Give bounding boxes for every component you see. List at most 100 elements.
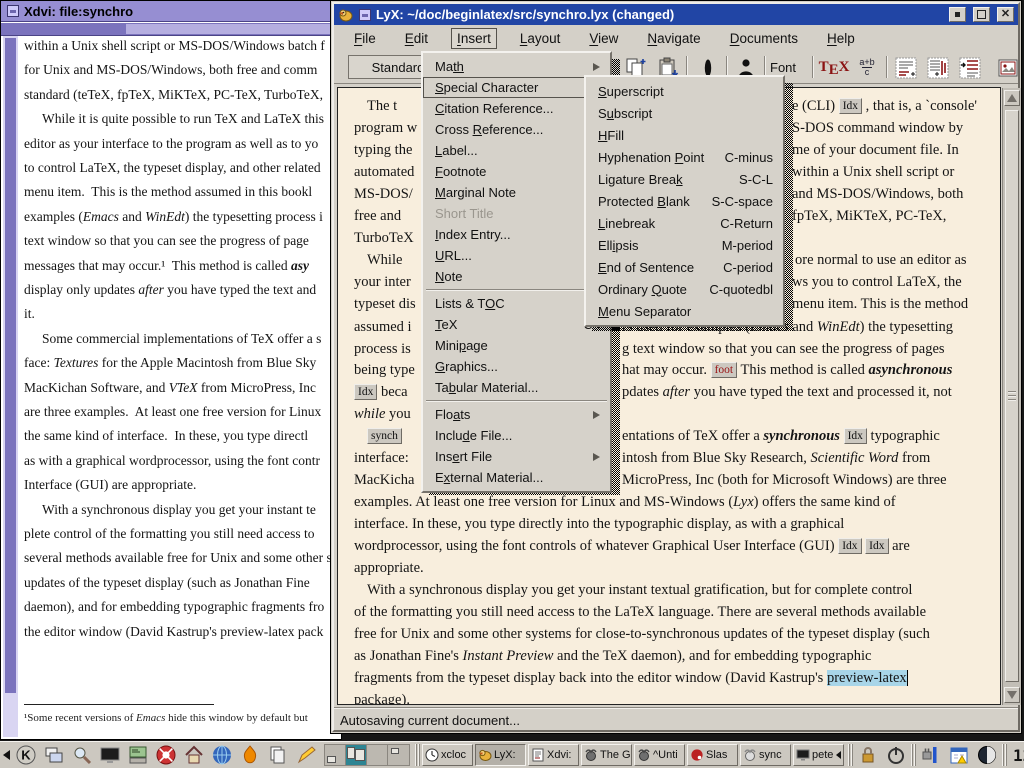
menubar-item-navigate[interactable]: Navigate <box>641 28 706 49</box>
launcher-kmail-icon[interactable] <box>237 743 263 767</box>
menu-item-note[interactable]: Note <box>423 266 610 287</box>
index-inset-button[interactable]: Idx <box>838 538 861 554</box>
launcher-monitor-icon[interactable] <box>97 743 123 767</box>
menubar-item-file[interactable]: File <box>348 28 382 49</box>
index-inset-button[interactable]: Idx <box>844 428 867 444</box>
menubar-item-view[interactable]: View <box>583 28 624 49</box>
lyx-window-icon[interactable] <box>338 7 354 23</box>
xdvi-vscroll-thumb[interactable] <box>5 38 16 693</box>
menubar-item-insert[interactable]: Insert <box>451 28 497 49</box>
menubar-item-help[interactable]: Help <box>821 28 861 49</box>
menu-item-url[interactable]: URL... <box>423 245 610 266</box>
menu-item-minipage[interactable]: Minipage <box>423 335 610 356</box>
panel-hide-left-button[interactable] <box>2 744 11 766</box>
toolbar-insert-footnote-icon[interactable] <box>892 54 920 81</box>
task-button-lyx[interactable]: LyX: <box>475 744 526 766</box>
toolbar-math-mode-button[interactable]: a+bc <box>852 54 882 81</box>
menu-item-citation-reference[interactable]: Citation Reference... <box>423 98 610 119</box>
maximize-button[interactable] <box>973 7 990 22</box>
menu-item-lists-toc[interactable]: Lists & TOC <box>423 293 610 314</box>
menu-item-footnote[interactable]: Footnote <box>423 161 610 182</box>
applet-organizer-calendar-icon[interactable] <box>946 743 972 767</box>
launcher-window-list-icon[interactable] <box>41 743 67 767</box>
task-button-xdvi[interactable]: Xdvi: <box>528 744 579 766</box>
index-inset-button[interactable]: Idx <box>839 98 862 114</box>
menu-item-cross-reference[interactable]: Cross Reference... <box>423 119 610 140</box>
menu-item-protected-blank[interactable]: Protected BlankS-C-space <box>586 190 783 212</box>
task-button-unti[interactable]: ^Unti <box>634 744 685 766</box>
toolbar-insert-figure-icon[interactable] <box>994 54 1022 81</box>
pager-desktop-2[interactable] <box>346 745 367 765</box>
toolbar-insert-depth-icon[interactable] <box>956 54 984 81</box>
launcher-help-lifering-icon[interactable] <box>153 743 179 767</box>
minimize-button[interactable] <box>949 7 966 22</box>
menu-item-special-character[interactable]: Special Character <box>423 77 610 98</box>
menu-item-insert-file[interactable]: Insert File <box>423 446 610 467</box>
footnote-inset-button[interactable]: foot <box>711 362 738 378</box>
menu-item-graphics[interactable]: Graphics... <box>423 356 610 377</box>
applet-klipper-plug-icon[interactable] <box>918 743 944 767</box>
task-button-slas[interactable]: Slas <box>687 744 738 766</box>
launcher-home-icon[interactable] <box>181 743 207 767</box>
menu-item-include-file[interactable]: Include File... <box>423 425 610 446</box>
xdvi-window-icon[interactable] <box>7 5 19 17</box>
menu-item-hfill[interactable]: HFill <box>586 124 783 146</box>
menu-item-menu-separator[interactable]: Menu Separator <box>586 300 783 322</box>
index-inset-button[interactable]: Idx <box>354 384 377 400</box>
panel-handle[interactable] <box>415 744 420 766</box>
pager-desktop-1[interactable] <box>325 745 346 765</box>
panel-handle[interactable] <box>848 744 853 766</box>
applet-lock-icon[interactable] <box>855 743 881 767</box>
panel-handle[interactable] <box>911 744 916 766</box>
menu-item-linebreak[interactable]: LinebreakC-Return <box>586 212 783 234</box>
scrollbar-thumb[interactable] <box>1005 110 1019 682</box>
menu-item-floats[interactable]: Floats <box>423 404 610 425</box>
launcher-documents-icon[interactable] <box>265 743 291 767</box>
panel-handle[interactable] <box>1002 744 1007 766</box>
launcher-editor-pencil-icon[interactable] <box>293 743 319 767</box>
launcher-kde-menu-icon[interactable]: K <box>13 743 39 767</box>
menubar-item-edit[interactable]: Edit <box>399 28 434 49</box>
pager-desktop-3[interactable] <box>367 745 388 765</box>
scroll-down-arrow[interactable] <box>1004 687 1020 703</box>
launcher-kfind-icon[interactable] <box>69 743 95 767</box>
index-inset-button[interactable]: synch <box>367 428 402 444</box>
applet-moon-phase-icon[interactable] <box>974 743 1000 767</box>
menu-item-ordinary-quote[interactable]: Ordinary QuoteC-quotedbl <box>586 278 783 300</box>
scroll-up-arrow[interactable] <box>1004 90 1020 106</box>
menu-item-tex[interactable]: TeXC-l <box>423 314 610 335</box>
lyx-window-menu-button[interactable] <box>359 9 371 21</box>
menubar-item-documents[interactable]: Documents <box>724 28 804 49</box>
menu-item-short-title[interactable]: Short Title <box>423 203 610 224</box>
task-button-xcloc[interactable]: xcloc <box>422 744 473 766</box>
task-button-pete[interactable]: pete <box>793 744 844 766</box>
index-inset-button[interactable]: Idx <box>865 538 888 554</box>
task-button-sync[interactable]: sync <box>740 744 791 766</box>
toolbar-tex-mode-button[interactable]: TEX <box>818 54 850 81</box>
document-scrollbar[interactable] <box>1002 88 1021 705</box>
menubar-item-layout[interactable]: Layout <box>514 28 567 49</box>
menu-item-math[interactable]: Math <box>423 56 610 77</box>
menu-item-marginal-note[interactable]: Marginal Note <box>423 182 610 203</box>
xdvi-titlebar[interactable]: Xdvi: file:synchro <box>1 1 341 22</box>
menu-item-label[interactable]: Label... <box>423 140 610 161</box>
toolbar-insert-marginnote-icon[interactable] <box>924 54 952 81</box>
menu-item-hyphenation-point[interactable]: Hyphenation PointC-minus <box>586 146 783 168</box>
launcher-terminal-register-icon[interactable] <box>125 743 151 767</box>
launcher-globe-browser-icon[interactable] <box>209 743 235 767</box>
pager-desktop-4[interactable] <box>388 745 409 765</box>
menu-item-ligature-break[interactable]: Ligature BreakS-C-L <box>586 168 783 190</box>
close-button[interactable]: ✕ <box>997 7 1014 22</box>
menu-item-subscript[interactable]: Subscript <box>586 102 783 124</box>
applet-logout-power-icon[interactable] <box>883 743 909 767</box>
xdvi-vertical-scrollbar[interactable] <box>3 36 18 737</box>
task-button-the-g[interactable]: The G <box>581 744 632 766</box>
xdvi-hscroll-thumb[interactable] <box>126 24 341 34</box>
xdvi-horizontal-scrollbar[interactable] <box>1 23 341 36</box>
menu-item-index-entry[interactable]: Index Entry... <box>423 224 610 245</box>
menu-item-superscript[interactable]: Superscript <box>586 80 783 102</box>
menu-item-external-material[interactable]: External Material... <box>423 467 610 488</box>
menu-item-end-of-sentence[interactable]: End of SentenceC-period <box>586 256 783 278</box>
lyx-titlebar[interactable]: LyX: ~/doc/beginlatex/src/synchro.lyx (c… <box>334 4 1018 25</box>
menu-item-tabular-material[interactable]: Tabular Material... <box>423 377 610 398</box>
